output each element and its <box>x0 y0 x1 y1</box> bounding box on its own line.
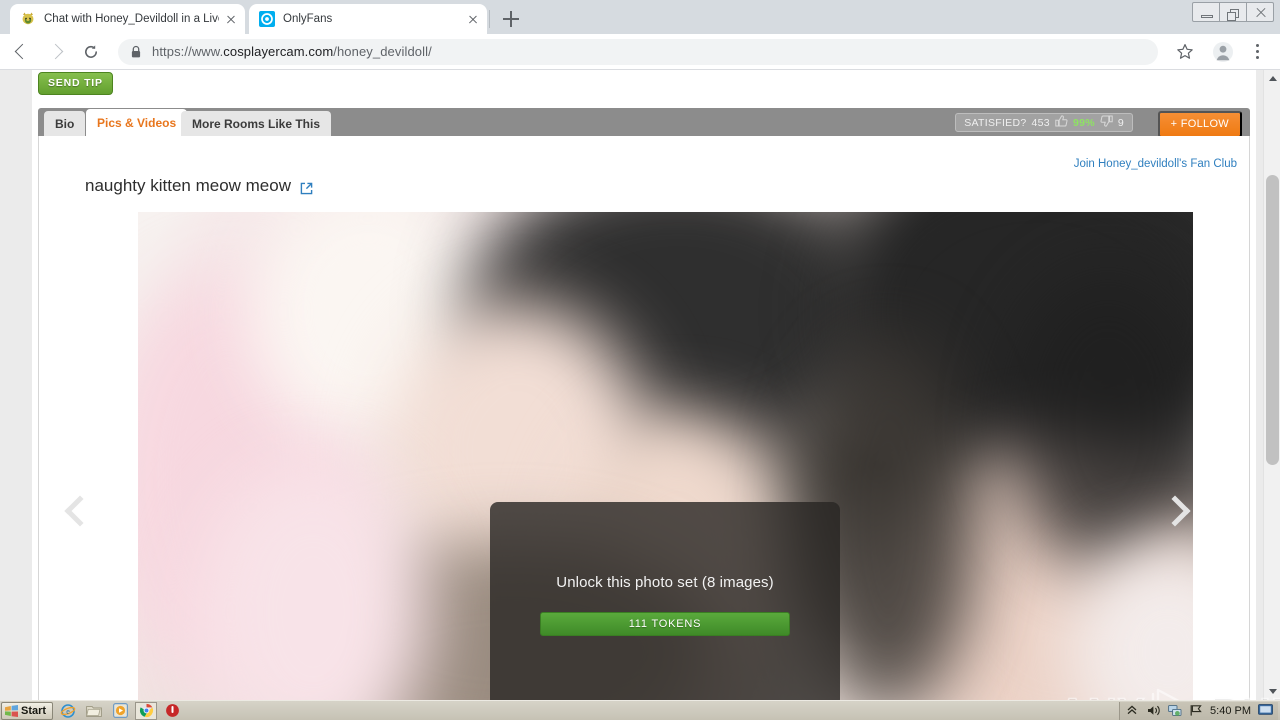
media-player-icon[interactable] <box>109 702 131 720</box>
browser-toolbar: https://www.cosplayercam.com/honey_devil… <box>0 34 1280 70</box>
unlock-tokens-button[interactable]: 111 TOKENS <box>540 611 790 636</box>
window-controls <box>1192 2 1274 22</box>
tab-strip: Chat with Honey_Devildoll in a Live / On… <box>0 0 1280 34</box>
cat-favicon <box>20 11 36 27</box>
chevron-right-icon[interactable] <box>1159 495 1193 527</box>
star-icon[interactable] <box>1170 37 1200 67</box>
avatar-icon[interactable] <box>1208 37 1238 67</box>
page-scrollbar[interactable] <box>1263 70 1280 700</box>
send-tip-button[interactable]: SEND TIP <box>38 72 113 95</box>
scroll-up-button[interactable] <box>1264 70 1280 87</box>
tab-bio[interactable]: Bio <box>44 111 86 136</box>
photoset-title-text: naughty kitten meow meow <box>85 176 291 195</box>
flag-icon[interactable] <box>1189 704 1203 718</box>
back-button[interactable] <box>6 35 40 69</box>
file-explorer-icon[interactable] <box>83 702 105 720</box>
lock-icon <box>130 45 142 59</box>
internet-explorer-icon[interactable]: e <box>57 702 79 720</box>
chevron-up-icon[interactable] <box>1126 704 1140 718</box>
satisfaction-label: SATISFIED? <box>964 116 1027 129</box>
restore-icon[interactable] <box>1219 2 1247 22</box>
svg-text:e: e <box>66 707 70 716</box>
url-text: https://www.cosplayercam.com/honey_devil… <box>152 44 432 59</box>
show-desktop-icon[interactable] <box>1258 704 1273 718</box>
volume-icon[interactable] <box>1147 704 1161 718</box>
unlock-prompt-text: Unlock this photo set (8 images) <box>556 573 774 591</box>
start-button[interactable]: Start <box>1 701 54 720</box>
tab-more-rooms-like-this[interactable]: More Rooms Like This <box>181 111 332 136</box>
browser-tab-onlyfans[interactable]: OnlyFans <box>249 4 487 34</box>
watermark-run-text: RUN <box>1211 690 1280 700</box>
scrollbar-thumb[interactable] <box>1266 175 1279 465</box>
unlock-photoset-overlay: Unlock this photo set (8 images) 111 TOK… <box>490 502 840 700</box>
new-tab-button[interactable] <box>500 8 522 30</box>
photoset-title: naughty kitten meow meow <box>85 176 313 196</box>
page-viewport: SEND TIP Bio Pics & Videos More Rooms Li… <box>0 70 1280 700</box>
watermark-any-text: ANY <box>1057 690 1145 700</box>
browser-window: Chat with Honey_Devildoll in a Live / On… <box>0 0 1280 700</box>
satisfaction-widget[interactable]: SATISFIED? 453 99% 9 <box>955 113 1133 132</box>
tab-separator <box>489 10 490 28</box>
close-icon[interactable] <box>1246 2 1274 22</box>
network-icon[interactable] <box>1168 704 1182 718</box>
windows-flag-icon <box>5 704 18 717</box>
record-icon[interactable] <box>161 702 183 720</box>
close-icon[interactable] <box>223 11 239 27</box>
satisfaction-percent: 99% <box>1072 116 1095 129</box>
satisfaction-total: 453 <box>1031 116 1050 129</box>
room-tab-bar: Bio Pics & Videos More Rooms Like This S… <box>38 108 1250 138</box>
kebab-menu-icon[interactable] <box>1242 37 1272 67</box>
address-bar[interactable]: https://www.cosplayercam.com/honey_devil… <box>118 38 1158 65</box>
taskbar-clock[interactable]: 5:40 PM <box>1210 705 1251 717</box>
fan-club-link[interactable]: Join Honey_devildoll's Fan Club <box>1074 158 1237 170</box>
close-icon[interactable] <box>465 11 481 27</box>
minimize-icon[interactable] <box>1192 2 1220 22</box>
reload-icon[interactable] <box>74 35 108 69</box>
play-triangle-icon <box>1149 686 1207 700</box>
tab-pics-and-videos[interactable]: Pics & Videos <box>86 109 188 136</box>
anyrun-watermark: ANY RUN <box>1057 682 1280 700</box>
windows-taskbar: Start e 5:40 PM <box>0 700 1280 720</box>
start-label: Start <box>21 704 47 717</box>
page-body: SEND TIP Bio Pics & Videos More Rooms Li… <box>32 70 1280 700</box>
system-tray: 5:40 PM <box>1119 702 1278 720</box>
external-link-icon[interactable] <box>300 180 313 194</box>
chrome-icon[interactable] <box>135 701 158 720</box>
follow-button[interactable]: + FOLLOW <box>1157 111 1242 138</box>
satisfaction-dislikes: 9 <box>1117 116 1124 129</box>
thumbs-down-icon <box>1100 115 1113 130</box>
tab-title: Chat with Honey_Devildoll in a Live / <box>44 13 219 25</box>
chevron-left-icon[interactable] <box>64 495 96 527</box>
tab-title: OnlyFans <box>283 13 333 25</box>
browser-tab-active[interactable]: Chat with Honey_Devildoll in a Live / <box>10 4 245 34</box>
thumbs-up-icon <box>1055 115 1068 130</box>
onlyfans-favicon <box>259 11 275 27</box>
forward-button[interactable] <box>40 35 74 69</box>
